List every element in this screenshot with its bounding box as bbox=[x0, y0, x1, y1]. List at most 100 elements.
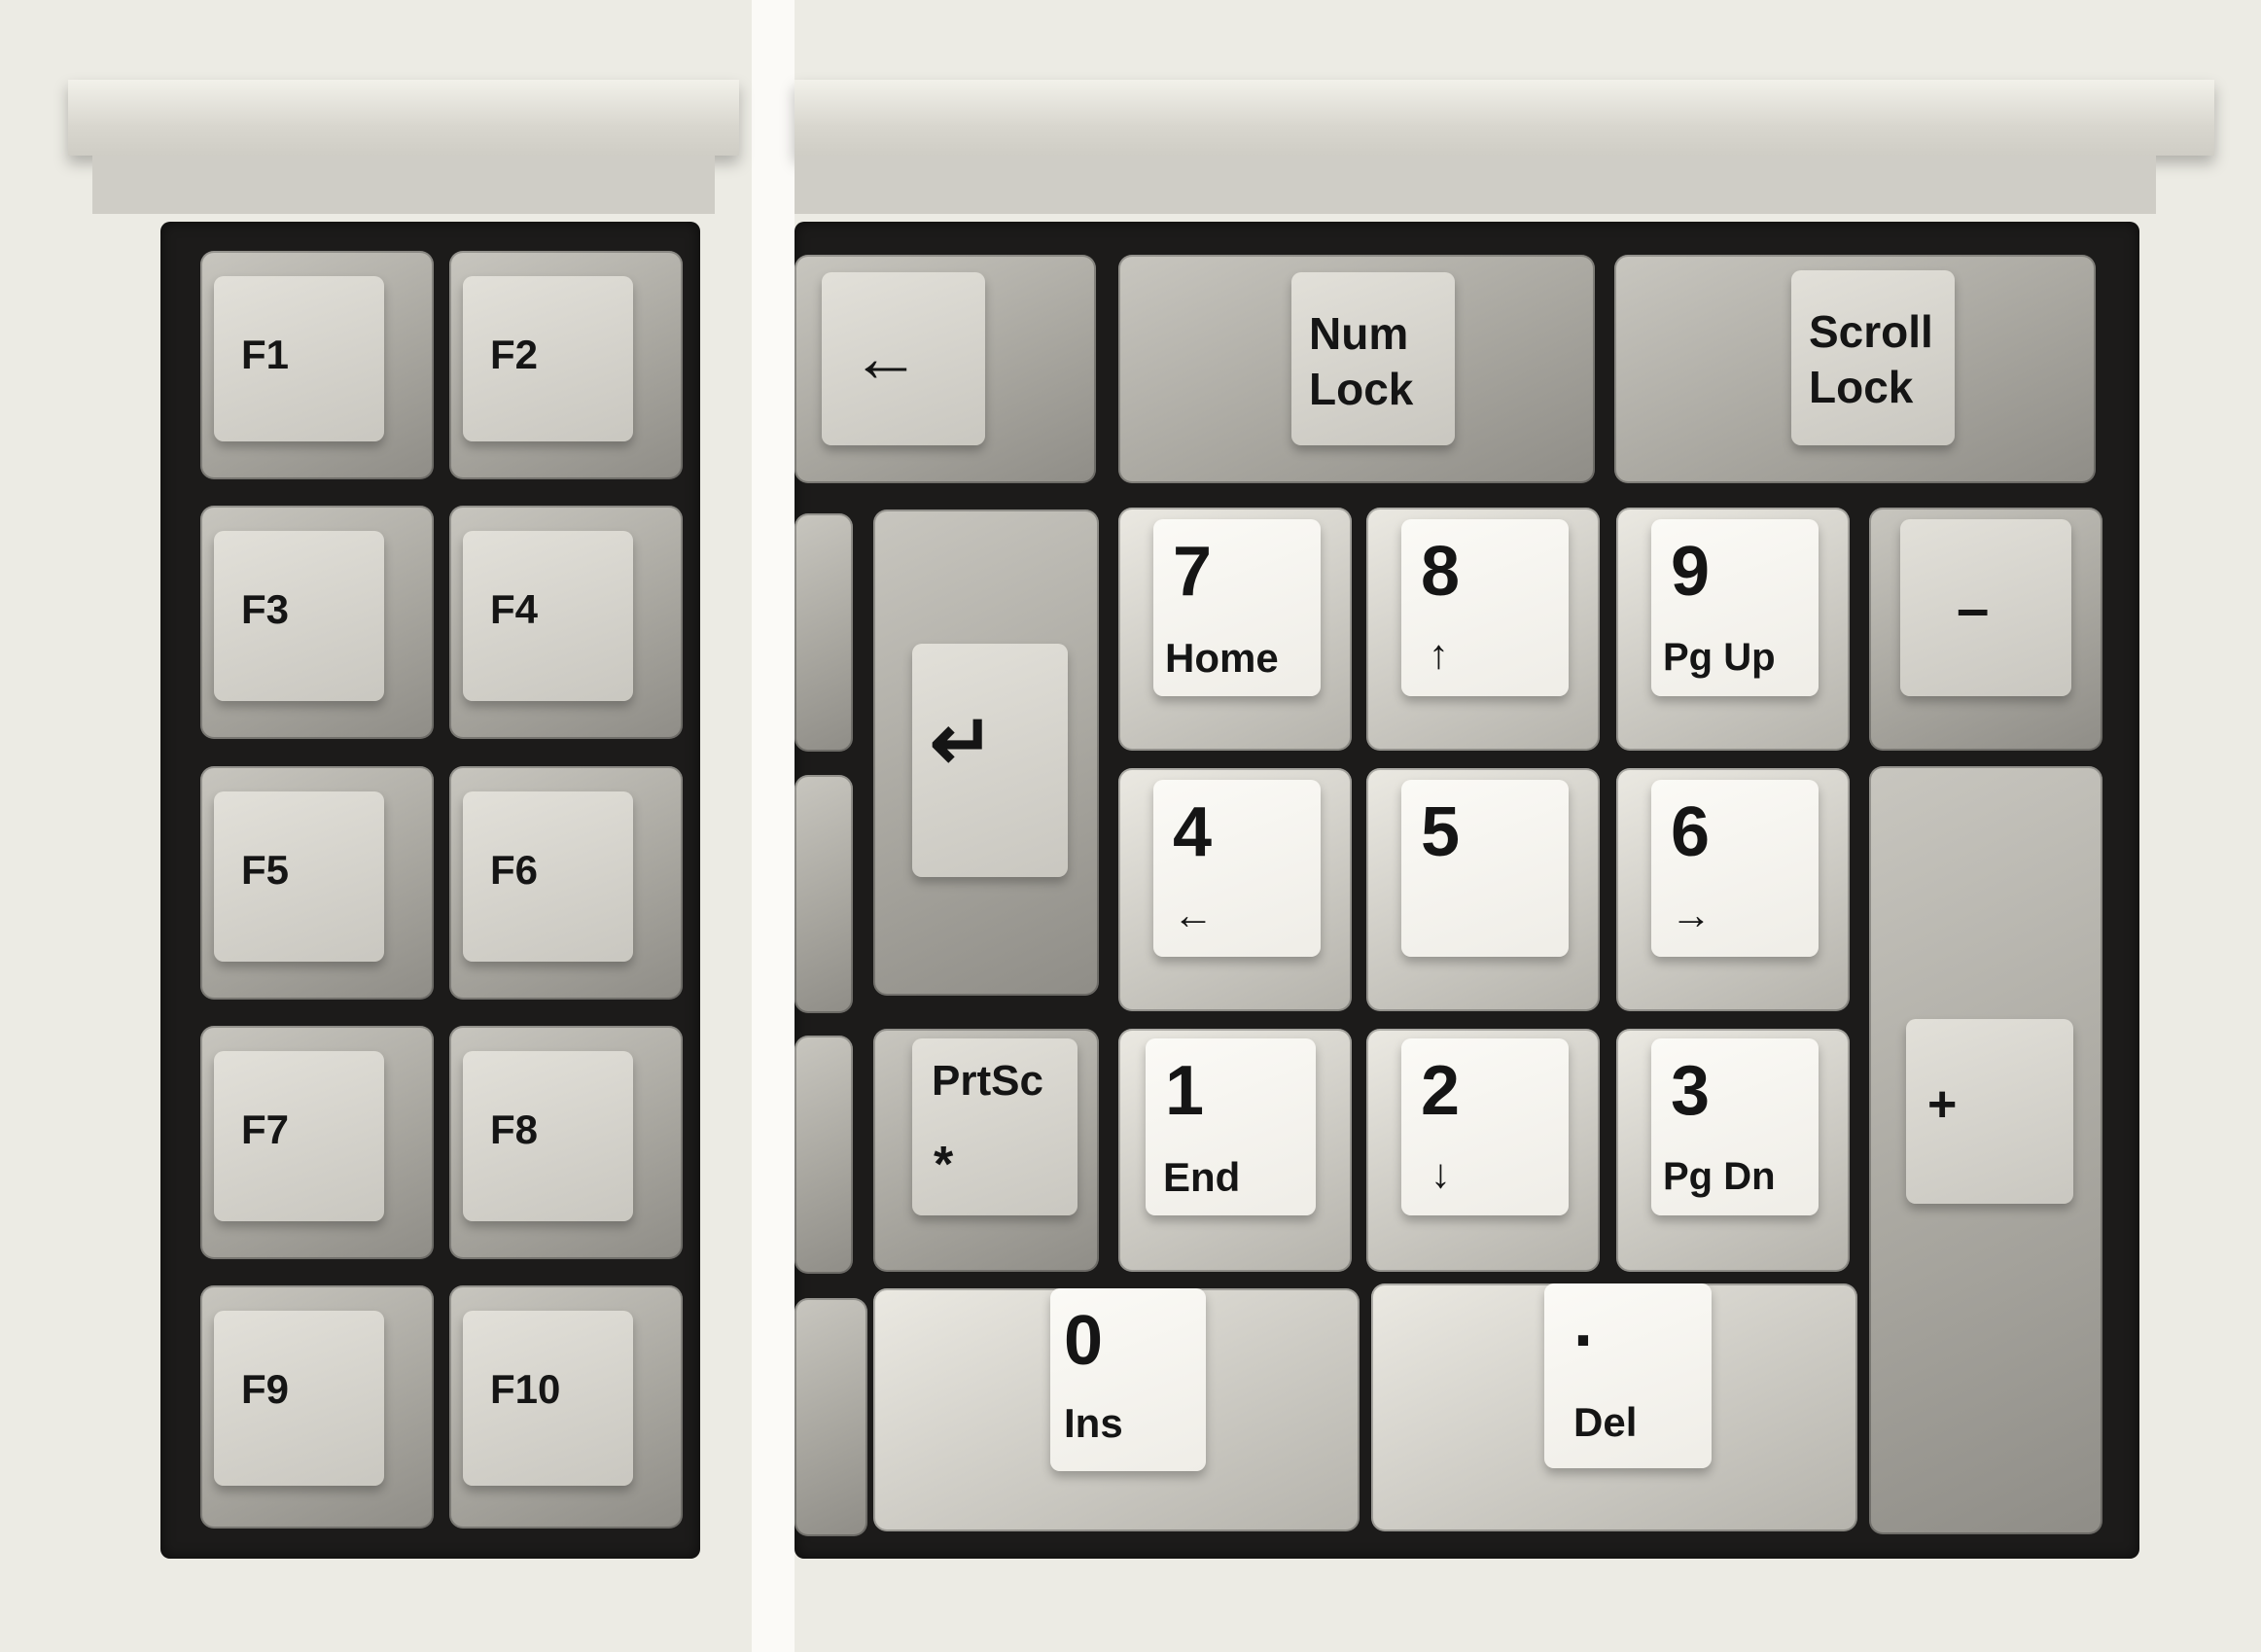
plus-key[interactable]: + bbox=[1869, 766, 2102, 1534]
key-2-down-arrow-icon: ↓ bbox=[1431, 1150, 1451, 1196]
key-1-keycap: 1 End bbox=[1146, 1038, 1316, 1215]
plus-label: + bbox=[1927, 1076, 1958, 1133]
key-decimal-main-label: . bbox=[1573, 1283, 1594, 1361]
backspace-arrow-icon: ← bbox=[851, 319, 921, 397]
key-4[interactable]: 4 ← bbox=[1118, 768, 1352, 1011]
minus-key[interactable]: – bbox=[1869, 508, 2102, 751]
key-6[interactable]: 6 → bbox=[1616, 768, 1850, 1011]
key-9[interactable]: 9 Pg Up bbox=[1616, 508, 1850, 751]
f6-label: F6 bbox=[490, 847, 539, 893]
key-3[interactable]: 3 Pg Dn bbox=[1616, 1029, 1850, 1272]
key-1-sub-label: End bbox=[1163, 1154, 1241, 1200]
f4-label: F4 bbox=[490, 586, 539, 632]
partial-key[interactable] bbox=[795, 1298, 867, 1536]
f5-label: F5 bbox=[241, 847, 290, 893]
f9-label: F9 bbox=[241, 1366, 290, 1412]
f7-key[interactable]: F7 bbox=[200, 1026, 434, 1259]
key-2-keycap: 2 ↓ bbox=[1401, 1038, 1569, 1215]
right-groove bbox=[795, 156, 2156, 214]
scroll-lock-key[interactable]: Scroll Lock bbox=[1614, 255, 2096, 483]
f9-keycap: F9 bbox=[214, 1311, 384, 1486]
key-5-keycap: 5 bbox=[1401, 780, 1569, 957]
key-1[interactable]: 1 End bbox=[1118, 1029, 1352, 1272]
key-8-up-arrow-icon: ↑ bbox=[1429, 631, 1449, 677]
f4-keycap: F4 bbox=[463, 531, 633, 701]
backspace-key[interactable]: ← bbox=[795, 255, 1096, 483]
key-4-left-arrow-icon: ← bbox=[1173, 892, 1214, 937]
num-lock-key[interactable]: Num Lock bbox=[1118, 255, 1595, 483]
key-0-keycap: 0 Ins bbox=[1050, 1288, 1206, 1471]
key-6-keycap: 6 → bbox=[1651, 780, 1819, 957]
scroll-lock-keycap: Scroll Lock bbox=[1791, 270, 1955, 445]
enter-keycap: ↵ bbox=[912, 644, 1068, 877]
key-9-main-label: 9 bbox=[1671, 533, 1711, 611]
f3-key[interactable]: F3 bbox=[200, 506, 434, 739]
key-4-main-label: 4 bbox=[1173, 793, 1213, 871]
f6-keycap: F6 bbox=[463, 791, 633, 962]
left-shelf bbox=[68, 80, 739, 156]
partial-key[interactable] bbox=[795, 775, 853, 1013]
f8-keycap: F8 bbox=[463, 1051, 633, 1221]
scroll-lock-label-line1: Scroll bbox=[1809, 306, 1933, 357]
f10-keycap: F10 bbox=[463, 1311, 633, 1486]
f9-key[interactable]: F9 bbox=[200, 1285, 434, 1529]
key-2[interactable]: 2 ↓ bbox=[1366, 1029, 1600, 1272]
partial-key[interactable] bbox=[795, 1036, 853, 1274]
key-decimal-sub-label: Del bbox=[1573, 1399, 1638, 1445]
key-0-sub-label: Ins bbox=[1064, 1400, 1123, 1446]
f7-label: F7 bbox=[241, 1107, 290, 1152]
key-3-keycap: 3 Pg Dn bbox=[1651, 1038, 1819, 1215]
enter-arrow-icon: ↵ bbox=[930, 699, 996, 786]
key-7-keycap: 7 Home bbox=[1153, 519, 1321, 696]
num-lock-keycap: Num Lock bbox=[1291, 272, 1455, 445]
key-6-right-arrow-icon: → bbox=[1671, 892, 1712, 937]
f8-label: F8 bbox=[490, 1107, 539, 1152]
minus-label: – bbox=[1957, 576, 1990, 641]
f5-key[interactable]: F5 bbox=[200, 766, 434, 1000]
f2-label: F2 bbox=[490, 332, 539, 377]
key-8-main-label: 8 bbox=[1421, 533, 1461, 611]
num-lock-label-line2: Lock bbox=[1309, 364, 1414, 414]
key-7-sub-label: Home bbox=[1165, 635, 1279, 681]
f6-key[interactable]: F6 bbox=[449, 766, 683, 1000]
f5-keycap: F5 bbox=[214, 791, 384, 962]
backspace-keycap: ← bbox=[822, 272, 985, 445]
f1-label: F1 bbox=[241, 332, 290, 377]
key-9-sub-label: Pg Up bbox=[1663, 636, 1776, 679]
left-groove bbox=[92, 156, 715, 214]
panel-divider bbox=[752, 0, 795, 1652]
key-5[interactable]: 5 bbox=[1366, 768, 1600, 1011]
key-5-main-label: 5 bbox=[1421, 793, 1461, 871]
minus-keycap: – bbox=[1900, 519, 2071, 696]
key-9-keycap: 9 Pg Up bbox=[1651, 519, 1819, 696]
f2-key[interactable]: F2 bbox=[449, 251, 683, 479]
f2-keycap: F2 bbox=[463, 276, 633, 441]
prtsc-key[interactable]: PrtSc * bbox=[873, 1029, 1099, 1272]
key-decimal-keycap: . Del bbox=[1544, 1283, 1712, 1468]
f8-key[interactable]: F8 bbox=[449, 1026, 683, 1259]
key-2-main-label: 2 bbox=[1421, 1052, 1461, 1130]
f4-key[interactable]: F4 bbox=[449, 506, 683, 739]
right-shelf bbox=[795, 80, 2214, 156]
key-8[interactable]: 8 ↑ bbox=[1366, 508, 1600, 751]
enter-key[interactable]: ↵ bbox=[873, 510, 1099, 996]
key-3-main-label: 3 bbox=[1671, 1052, 1711, 1130]
key-1-main-label: 1 bbox=[1165, 1052, 1205, 1130]
f3-label: F3 bbox=[241, 586, 290, 632]
num-lock-label-line1: Num bbox=[1309, 308, 1409, 359]
key-6-main-label: 6 bbox=[1671, 793, 1711, 871]
f3-keycap: F3 bbox=[214, 531, 384, 701]
f1-keycap: F1 bbox=[214, 276, 384, 441]
key-8-keycap: 8 ↑ bbox=[1401, 519, 1569, 696]
key-3-sub-label: Pg Dn bbox=[1663, 1155, 1776, 1198]
key-0[interactable]: 0 Ins bbox=[873, 1288, 1360, 1531]
key-decimal[interactable]: . Del bbox=[1371, 1283, 1857, 1531]
key-7[interactable]: 7 Home bbox=[1118, 508, 1352, 751]
f1-key[interactable]: F1 bbox=[200, 251, 434, 479]
prtsc-main-label: PrtSc bbox=[932, 1057, 1043, 1105]
partial-key[interactable] bbox=[795, 513, 853, 752]
key-0-main-label: 0 bbox=[1064, 1302, 1104, 1380]
prtsc-keycap: PrtSc * bbox=[912, 1038, 1078, 1215]
scroll-lock-label-line2: Lock bbox=[1809, 362, 1914, 412]
f10-key[interactable]: F10 bbox=[449, 1285, 683, 1529]
